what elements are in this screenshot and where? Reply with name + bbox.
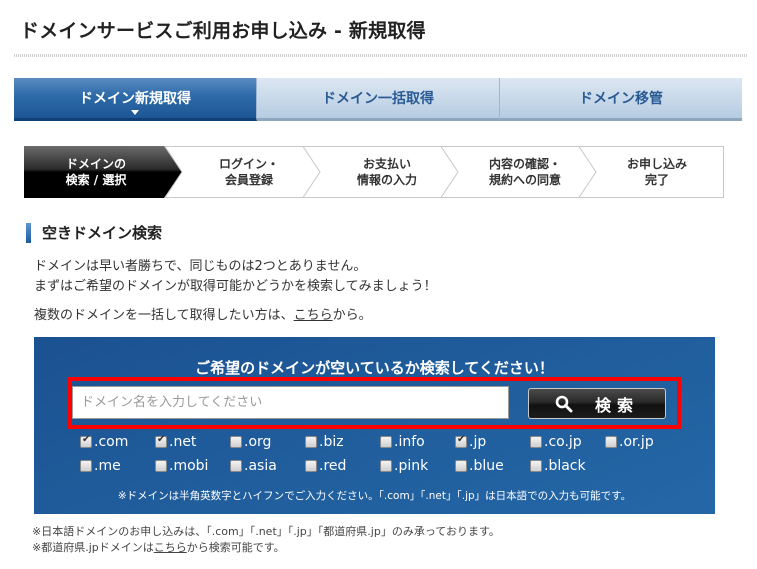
tld-label: .co.jp bbox=[544, 434, 582, 450]
checkbox-checked[interactable] bbox=[155, 434, 167, 448]
search-icon bbox=[555, 395, 573, 412]
tld-option[interactable]: .co.jp bbox=[530, 434, 582, 450]
tld-option[interactable]: .info bbox=[380, 434, 425, 450]
checkbox[interactable] bbox=[230, 460, 242, 472]
footnote-prefix: ※都道府県.jpドメインは bbox=[32, 541, 154, 554]
step-line2: 会員登録 bbox=[224, 173, 273, 187]
tab-label: ドメイン移管 bbox=[579, 91, 663, 107]
tld-label: .net bbox=[169, 434, 197, 450]
tab-bulk-registration[interactable]: ドメイン一括取得 bbox=[257, 78, 500, 121]
bulk-prefix: 複数のドメインを一括して取得したい方は、 bbox=[34, 308, 294, 323]
tld-label: .asia bbox=[244, 458, 277, 474]
checkbox[interactable] bbox=[305, 436, 317, 448]
checkbox[interactable] bbox=[530, 460, 542, 472]
tab-label: ドメイン一括取得 bbox=[322, 91, 434, 107]
search-button[interactable]: 検索 bbox=[528, 388, 666, 419]
checkbox-checked[interactable] bbox=[80, 434, 92, 448]
tld-label: .info bbox=[394, 434, 425, 450]
tld-option[interactable]: .mobi bbox=[155, 458, 208, 474]
bulk-link[interactable]: こちら bbox=[294, 308, 333, 323]
step-line1: ログイン・ bbox=[218, 157, 279, 171]
checkbox[interactable] bbox=[455, 460, 467, 472]
section-heading: 空きドメイン検索 bbox=[26, 222, 162, 243]
tab-new-registration[interactable]: ドメイン新規取得 bbox=[14, 78, 257, 121]
checkbox[interactable] bbox=[230, 436, 242, 448]
bulk-suffix: から。 bbox=[332, 308, 372, 323]
tld-label: .black bbox=[544, 458, 586, 474]
checkbox-checked[interactable] bbox=[455, 434, 467, 448]
checkbox[interactable] bbox=[380, 436, 392, 448]
step-line1: お支払い bbox=[362, 157, 411, 171]
service-tabs: ドメイン新規取得 ドメイン一括取得 ドメイン移管 bbox=[14, 78, 742, 121]
tld-label: .red bbox=[319, 458, 347, 474]
domain-search-input[interactable] bbox=[72, 386, 509, 419]
bulk-text: 複数のドメインを一括して取得したい方は、こちらから。 bbox=[34, 306, 372, 326]
checkbox[interactable] bbox=[380, 460, 392, 472]
tld-option[interactable]: .red bbox=[305, 458, 346, 474]
step-confirm: 内容の確認・ 規約への同意 bbox=[440, 146, 598, 198]
title-divider bbox=[14, 54, 747, 57]
checkbox[interactable] bbox=[80, 460, 92, 472]
section-title: 空きドメイン検索 bbox=[42, 224, 163, 242]
tld-option[interactable]: .me bbox=[80, 458, 121, 474]
tld-label: .blue bbox=[469, 458, 504, 474]
tab-label: ドメイン新規取得 bbox=[79, 91, 191, 107]
tld-option[interactable]: .org bbox=[230, 434, 271, 450]
intro-text: ドメインは早い者勝ちで、同じものは2つとありません。 まずはご希望のドメインが取… bbox=[34, 257, 437, 297]
step-line2: 規約への同意 bbox=[488, 173, 561, 187]
tld-option[interactable]: .net bbox=[155, 434, 196, 450]
section-marker bbox=[26, 222, 31, 243]
step-line1: ドメインの bbox=[65, 157, 126, 171]
step-login: ログイン・ 会員登録 bbox=[164, 146, 322, 198]
tld-option[interactable]: .com bbox=[80, 434, 128, 450]
checkbox[interactable] bbox=[530, 436, 542, 448]
tld-label: .or.jp bbox=[619, 434, 654, 450]
footnote-2: ※都道府県.jpドメインはこちらから検索可能です。 bbox=[32, 540, 285, 556]
page-title: ドメインサービスご利用お申し込み - 新規取得 bbox=[20, 20, 426, 42]
tld-label: .org bbox=[244, 434, 272, 450]
tab-domain-transfer[interactable]: ドメイン移管 bbox=[500, 78, 742, 121]
tld-option[interactable]: .biz bbox=[305, 434, 344, 450]
checkbox[interactable] bbox=[605, 436, 617, 448]
search-heading: ご希望のドメインが空いているか検索してください！ bbox=[195, 359, 554, 377]
step-line2: 検索 / 選択 bbox=[65, 173, 127, 187]
step-search-select: ドメインの検索 / 選択 bbox=[24, 146, 182, 198]
tld-label: .mobi bbox=[169, 458, 209, 474]
domain-search-panel: ご希望のドメインが空いているか検索してください！ 検索 .com .net .org… bbox=[34, 337, 715, 514]
tld-label: .jp bbox=[469, 434, 487, 450]
tld-option[interactable]: .black bbox=[530, 458, 586, 474]
step-line2: 情報の入力 bbox=[356, 173, 417, 187]
search-button-label: 検索 bbox=[594, 397, 639, 415]
step-complete: お申し込み 完了 bbox=[578, 146, 724, 198]
tld-option[interactable]: .blue bbox=[455, 458, 504, 474]
tld-label: .com bbox=[94, 434, 129, 450]
step-line1: 内容の確認・ bbox=[488, 157, 561, 171]
tld-option[interactable]: .asia bbox=[230, 458, 277, 474]
intro-line-1: ドメインは早い者勝ちで、同じものは2つとありません。 bbox=[34, 259, 367, 274]
caret-down-icon bbox=[131, 110, 139, 115]
prefecture-link[interactable]: こちら bbox=[154, 541, 187, 554]
checkbox[interactable] bbox=[305, 460, 317, 472]
checkbox[interactable] bbox=[155, 460, 167, 472]
step-line2: 完了 bbox=[644, 173, 669, 187]
tld-label: .me bbox=[94, 458, 121, 474]
tld-label: .biz bbox=[319, 434, 344, 450]
intro-line-2: まずはご希望のドメインが取得可能かどうかを検索してみましょう！ bbox=[34, 279, 437, 294]
tld-option[interactable]: .jp bbox=[455, 434, 486, 450]
tld-label: .pink bbox=[394, 458, 429, 474]
input-note: ※ドメインは半角英数字とハイフンでご入力ください。「.com」「.net」「.j… bbox=[117, 490, 632, 502]
step-payment: お支払い 情報の入力 bbox=[302, 146, 460, 198]
tld-option[interactable]: .pink bbox=[380, 458, 428, 474]
tld-option[interactable]: .or.jp bbox=[605, 434, 654, 450]
step-line1: お申し込み bbox=[626, 157, 687, 171]
footnote-suffix: から検索可能です。 bbox=[186, 541, 285, 554]
footnote-1: ※日本語ドメインのお申し込みは、「.com」「.net」「.jp」「都道府県.j… bbox=[32, 525, 500, 538]
progress-steps: ドメインの検索 / 選択 ログイン・会員登録 お支払い情報の入力 内容の確認・規… bbox=[24, 146, 724, 198]
